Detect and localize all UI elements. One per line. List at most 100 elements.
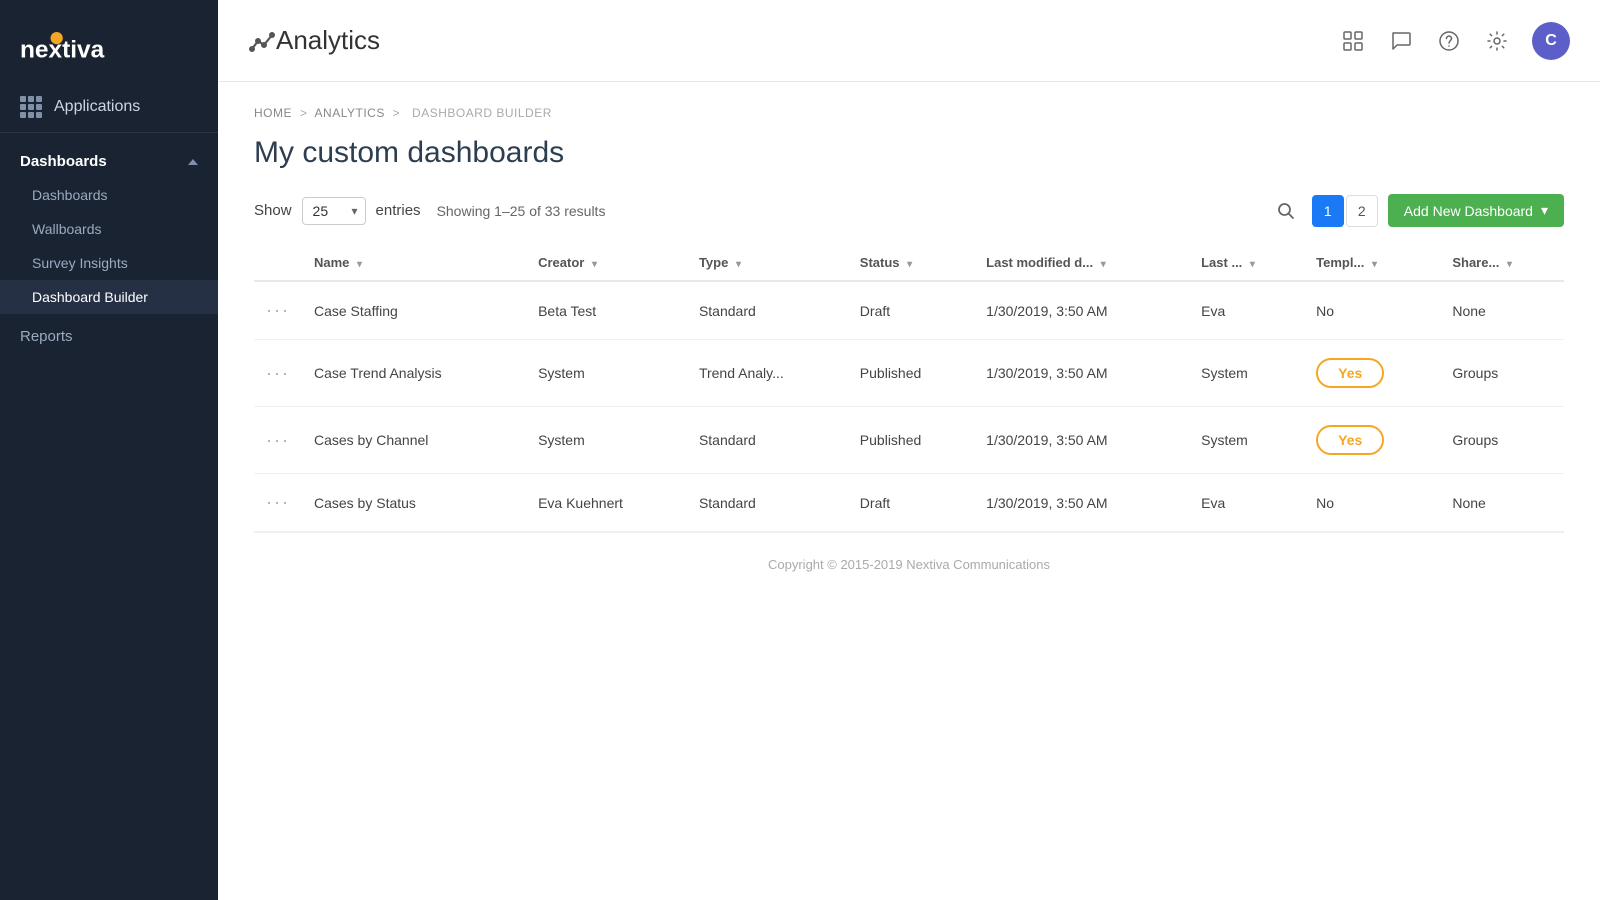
cell-lastmod: 1/30/2019, 3:50 AM: [974, 474, 1189, 532]
svg-text:nextiva: nextiva: [20, 37, 105, 64]
entries-select-wrapper: 25 50 100: [302, 197, 366, 225]
col-name-header[interactable]: Name ▾: [302, 245, 526, 281]
col-status-header[interactable]: Status ▾: [848, 245, 974, 281]
dashboards-nav-header[interactable]: Dashboards: [0, 141, 218, 178]
cell-status: Draft: [848, 281, 974, 340]
row-actions-cell: ···: [254, 340, 302, 407]
sidebar: nextiva Applications Dashboards Dashboar…: [0, 0, 218, 900]
page-btn-1[interactable]: 1: [1312, 195, 1344, 227]
chat-icon-btn[interactable]: [1388, 28, 1414, 54]
cell-name: Cases by Status: [302, 474, 526, 532]
sidebar-item-survey-insights[interactable]: Survey Insights: [0, 246, 218, 280]
col-lastby-header[interactable]: Last ... ▾: [1189, 245, 1304, 281]
row-actions-cell: ···: [254, 407, 302, 474]
cell-creator: System: [526, 340, 687, 407]
row-actions-cell: ···: [254, 474, 302, 532]
nextiva-logo: nextiva: [20, 21, 130, 65]
controls-right: 1 2 Add New Dashboard ▾: [1270, 194, 1564, 227]
search-icon: [1277, 202, 1295, 220]
chevron-up-icon: [188, 159, 198, 165]
dashboards-nav-title: Dashboards: [20, 153, 107, 170]
cell-shared: Groups: [1440, 340, 1564, 407]
breadcrumb-home[interactable]: HOME: [254, 106, 292, 120]
table-controls: Show 25 50 100 entries Showing 1–25 of 3…: [254, 194, 1564, 227]
add-dashboard-chevron: ▾: [1541, 202, 1548, 219]
cell-creator: Eva Kuehnert: [526, 474, 687, 532]
cell-lastby: System: [1189, 407, 1304, 474]
cell-shared: None: [1440, 281, 1564, 340]
show-label: Show: [254, 202, 292, 219]
settings-icon: [1486, 30, 1508, 52]
cell-type: Standard: [687, 281, 848, 340]
footer-text: Copyright © 2015-2019 Nextiva Communicat…: [768, 557, 1050, 572]
col-template-header[interactable]: Templ... ▾: [1304, 245, 1440, 281]
add-dashboard-button[interactable]: Add New Dashboard ▾: [1388, 194, 1564, 227]
entries-select[interactable]: 25 50 100: [302, 197, 366, 225]
apps-grid-icon: [20, 96, 42, 118]
breadcrumb-sep-1: >: [300, 106, 308, 120]
sort-icon-name: ▾: [357, 259, 362, 270]
breadcrumb-current: DASHBOARD BUILDER: [412, 106, 552, 120]
sidebar-item-dashboard-builder[interactable]: Dashboard Builder: [0, 280, 218, 314]
cell-shared: Groups: [1440, 407, 1564, 474]
avatar[interactable]: C: [1532, 22, 1570, 60]
sidebar-item-reports[interactable]: Reports: [0, 314, 218, 359]
cell-name: Cases by Channel: [302, 407, 526, 474]
header-title: Analytics: [276, 25, 1340, 56]
row-actions-menu[interactable]: ···: [266, 363, 290, 383]
grid-icon: [1342, 30, 1364, 52]
cell-shared: None: [1440, 474, 1564, 532]
yes-badge: Yes: [1316, 425, 1384, 455]
breadcrumb: HOME > ANALYTICS > DASHBOARD BUILDER: [254, 106, 1564, 120]
pagination: 1 2: [1312, 195, 1378, 227]
cell-template: Yes: [1304, 407, 1440, 474]
entries-label: entries: [376, 202, 421, 219]
sort-icon-creator: ▾: [592, 259, 597, 270]
cell-type: Standard: [687, 474, 848, 532]
dashboard-table: Name ▾ Creator ▾ Type ▾ Status ▾: [254, 245, 1564, 532]
top-header: Analytics: [218, 0, 1600, 82]
col-creator-header[interactable]: Creator ▾: [526, 245, 687, 281]
row-actions-menu[interactable]: ···: [266, 430, 290, 450]
sort-icon-shared: ▾: [1507, 259, 1512, 270]
help-icon-btn[interactable]: [1436, 28, 1462, 54]
content-area: HOME > ANALYTICS > DASHBOARD BUILDER My …: [218, 82, 1600, 900]
cell-template: No: [1304, 474, 1440, 532]
cell-type: Standard: [687, 407, 848, 474]
breadcrumb-analytics[interactable]: ANALYTICS: [315, 106, 385, 120]
table-header: Name ▾ Creator ▾ Type ▾ Status ▾: [254, 245, 1564, 281]
help-icon: [1438, 30, 1460, 52]
row-actions-menu[interactable]: ···: [266, 492, 290, 512]
col-lastmod-header[interactable]: Last modified d... ▾: [974, 245, 1189, 281]
cell-lastmod: 1/30/2019, 3:50 AM: [974, 407, 1189, 474]
grid-icon-btn[interactable]: [1340, 28, 1366, 54]
cell-status: Published: [848, 340, 974, 407]
cell-type: Trend Analy...: [687, 340, 848, 407]
page-title: My custom dashboards: [254, 136, 1564, 170]
col-type-header[interactable]: Type ▾: [687, 245, 848, 281]
footer: Copyright © 2015-2019 Nextiva Communicat…: [254, 532, 1564, 596]
search-button[interactable]: [1270, 195, 1302, 227]
sort-icon-lastby: ▾: [1250, 259, 1255, 270]
sort-icon-type: ▾: [736, 259, 741, 270]
cell-creator: Beta Test: [526, 281, 687, 340]
sidebar-item-dashboards[interactable]: Dashboards: [0, 178, 218, 212]
breadcrumb-sep-2: >: [393, 106, 401, 120]
header-icons: C: [1340, 22, 1570, 60]
row-actions-menu[interactable]: ···: [266, 300, 290, 320]
sidebar-item-wallboards[interactable]: Wallboards: [0, 212, 218, 246]
page-btn-2[interactable]: 2: [1346, 195, 1378, 227]
cell-template: No: [1304, 281, 1440, 340]
table-row: ··· Case Trend Analysis System Trend Ana…: [254, 340, 1564, 407]
row-actions-cell: ···: [254, 281, 302, 340]
table-row: ··· Cases by Status Eva Kuehnert Standar…: [254, 474, 1564, 532]
yes-badge: Yes: [1316, 358, 1384, 388]
col-shared-header[interactable]: Share... ▾: [1440, 245, 1564, 281]
sort-icon-template: ▾: [1372, 259, 1377, 270]
applications-section[interactable]: Applications: [0, 82, 218, 133]
cell-status: Published: [848, 407, 974, 474]
showing-label: Showing 1–25 of 33 results: [437, 203, 606, 219]
table-row: ··· Case Staffing Beta Test Standard Dra…: [254, 281, 1564, 340]
cell-name: Case Staffing: [302, 281, 526, 340]
settings-icon-btn[interactable]: [1484, 28, 1510, 54]
